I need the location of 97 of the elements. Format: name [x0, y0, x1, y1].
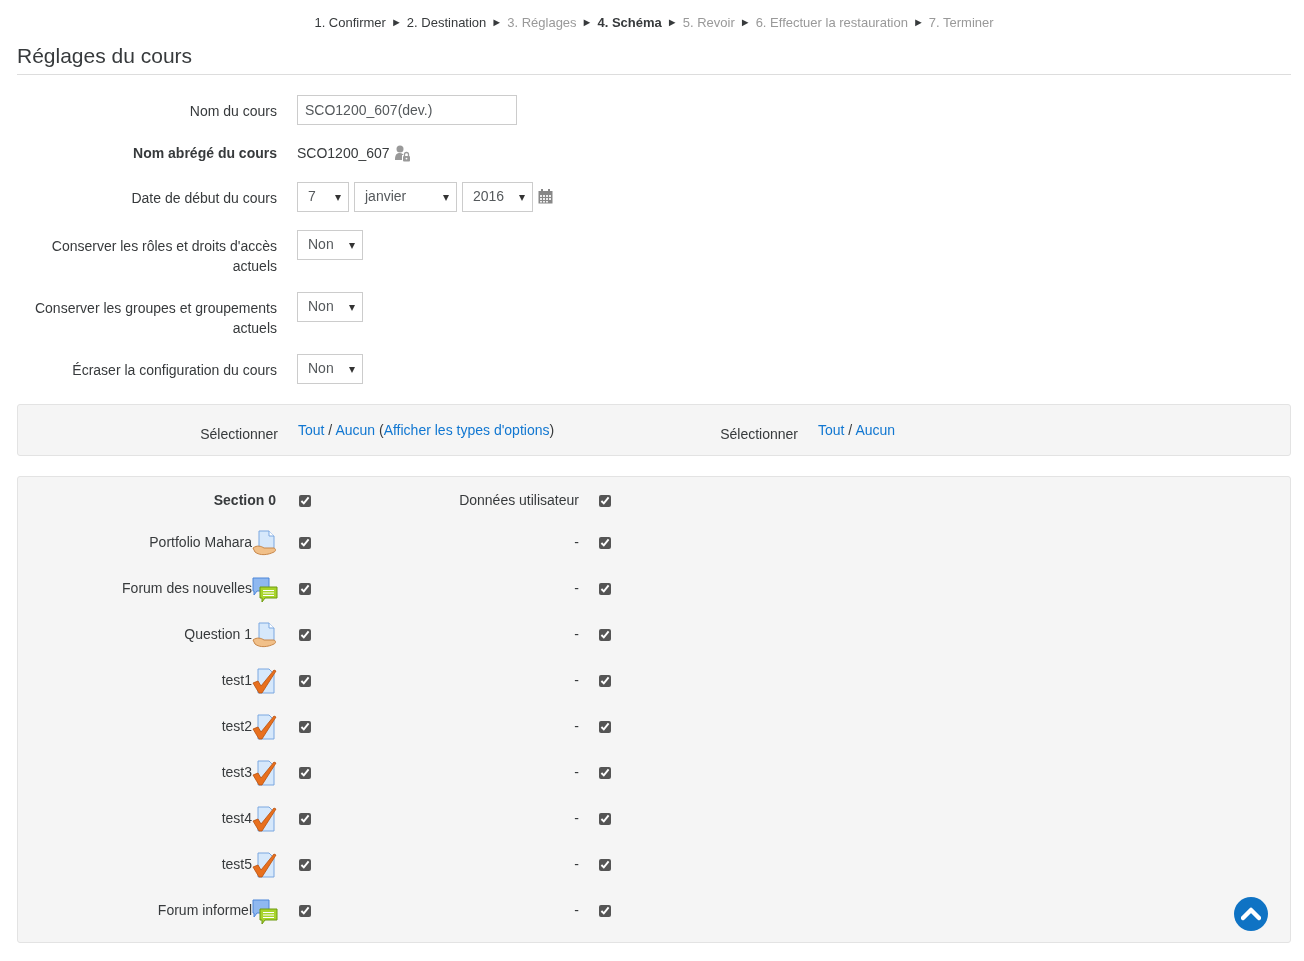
- userdata-checkbox[interactable]: [599, 904, 611, 917]
- slash-separator: /: [328, 421, 333, 438]
- month-select[interactable]: janvier: [354, 181, 457, 212]
- field-label: Conserver les rôles et droits d'accès actuels: [50, 236, 277, 276]
- caret-icon: [519, 194, 526, 201]
- select-none-link[interactable]: Aucun: [335, 421, 376, 438]
- userdata-checkbox[interactable]: [599, 628, 611, 641]
- include-checkbox[interactable]: [299, 582, 311, 595]
- step-separator: ►: [912, 15, 924, 30]
- field-label: Conserver les groupes et groupements actuels: [33, 298, 277, 338]
- text-field[interactable]: SCO1200_607(dev.): [297, 94, 517, 125]
- userdata-label: -: [573, 763, 579, 783]
- step-separator: ►: [390, 15, 402, 30]
- page-heading: Réglages du cours: [17, 42, 1291, 75]
- userdata-checkbox[interactable]: [599, 494, 611, 507]
- caret-icon: [348, 366, 355, 373]
- activity-label: Question 1: [184, 625, 252, 645]
- userdata-label: -: [573, 855, 579, 875]
- caret-icon: [335, 194, 341, 201]
- userdata-label: -: [573, 809, 579, 829]
- activity-label: test5: [221, 855, 252, 875]
- include-checkbox[interactable]: [299, 858, 311, 871]
- userdata-label: -: [573, 901, 579, 921]
- step-label: 1. Confirmer: [314, 14, 386, 32]
- document-in-hand-icon: [252, 621, 278, 648]
- userdata-label: -: [573, 671, 579, 691]
- yes-no-select[interactable]: Non: [297, 353, 363, 384]
- userdata-checkbox[interactable]: [599, 812, 611, 825]
- include-checkbox[interactable]: [299, 720, 311, 733]
- include-checkbox[interactable]: [299, 812, 311, 825]
- activity-label: test3: [221, 763, 252, 783]
- locked-user-icon: [393, 144, 411, 162]
- include-checkbox[interactable]: [299, 536, 311, 549]
- field-label: Nom abrégé du cours: [132, 143, 277, 163]
- select-none-link[interactable]: Aucun: [855, 421, 896, 438]
- show-option-types-link[interactable]: Afficher les types d'options: [383, 421, 550, 438]
- userdata-label: -: [573, 579, 579, 599]
- step-separator: ►: [491, 15, 503, 30]
- checked-document-icon: [252, 805, 278, 832]
- userdata-label: -: [573, 533, 579, 553]
- caret-icon: [348, 304, 355, 311]
- include-checkbox[interactable]: [299, 494, 311, 507]
- chat-bubbles-icon: [252, 897, 278, 924]
- step-separator: ►: [581, 15, 593, 30]
- static-value: SCO1200_607: [297, 143, 390, 163]
- chat-bubbles-icon: [252, 575, 278, 602]
- include-checkbox[interactable]: [299, 674, 311, 687]
- step-separator: ►: [739, 15, 751, 30]
- checked-document-icon: [252, 851, 278, 878]
- userdata-checkbox[interactable]: [599, 674, 611, 687]
- activity-label: Forum informel: [157, 901, 252, 921]
- slash-separator: /: [848, 421, 853, 438]
- include-checkbox[interactable]: [299, 766, 311, 779]
- step-label: 4. Schéma: [597, 14, 662, 32]
- include-checkbox[interactable]: [299, 904, 311, 917]
- userdata-checkbox[interactable]: [599, 766, 611, 779]
- step-label: 7. Terminer: [928, 14, 994, 32]
- activity-label: test2: [221, 717, 252, 737]
- day-select[interactable]: 7: [297, 181, 349, 212]
- checked-document-icon: [252, 667, 278, 694]
- userdata-checkbox[interactable]: [599, 582, 611, 595]
- include-checkbox[interactable]: [299, 628, 311, 641]
- userdata-label: -: [573, 625, 579, 645]
- caret-icon: [443, 194, 449, 201]
- activity-label: Forum des nouvelles: [122, 579, 252, 599]
- activity-label: test4: [221, 809, 252, 829]
- step-label: 5. Revoir: [682, 14, 735, 32]
- field-label: Écraser la configuration du cours: [71, 360, 277, 380]
- userdata-checkbox[interactable]: [599, 536, 611, 549]
- select-all-link[interactable]: Tout: [818, 421, 845, 438]
- checked-document-icon: [252, 713, 278, 740]
- activity-label: Portfolio Mahara: [149, 533, 252, 553]
- chevron-up-icon: [1241, 907, 1261, 921]
- paren-open: (: [378, 421, 384, 438]
- step-label: 6. Effectuer la restauration: [755, 14, 908, 32]
- select-all-link[interactable]: Tout: [298, 421, 325, 438]
- paren-close: ): [549, 421, 555, 438]
- field-label: Date de début du cours: [130, 188, 277, 208]
- select-label: Sélectionner: [199, 424, 278, 444]
- document-in-hand-icon: [252, 529, 278, 556]
- select-label: Sélectionner: [719, 424, 798, 444]
- activity-label: Section 0: [213, 491, 276, 511]
- userdata-label: -: [573, 717, 579, 737]
- step-separator: ►: [666, 15, 678, 30]
- yes-no-select[interactable]: Non: [297, 291, 363, 322]
- userdata-checkbox[interactable]: [599, 858, 611, 871]
- userdata-label: Données utilisateur: [458, 491, 579, 511]
- caret-icon: [348, 242, 355, 249]
- activity-label: test1: [221, 671, 252, 691]
- checked-document-icon: [252, 759, 278, 786]
- step-label: 2. Destination: [406, 14, 487, 32]
- field-label: Nom du cours: [188, 101, 277, 121]
- yes-no-select[interactable]: Non: [297, 229, 363, 260]
- year-select[interactable]: 2016: [462, 181, 534, 212]
- calendar-icon[interactable]: [538, 189, 554, 205]
- step-label: 3. Réglages: [507, 14, 577, 32]
- userdata-checkbox[interactable]: [599, 720, 611, 733]
